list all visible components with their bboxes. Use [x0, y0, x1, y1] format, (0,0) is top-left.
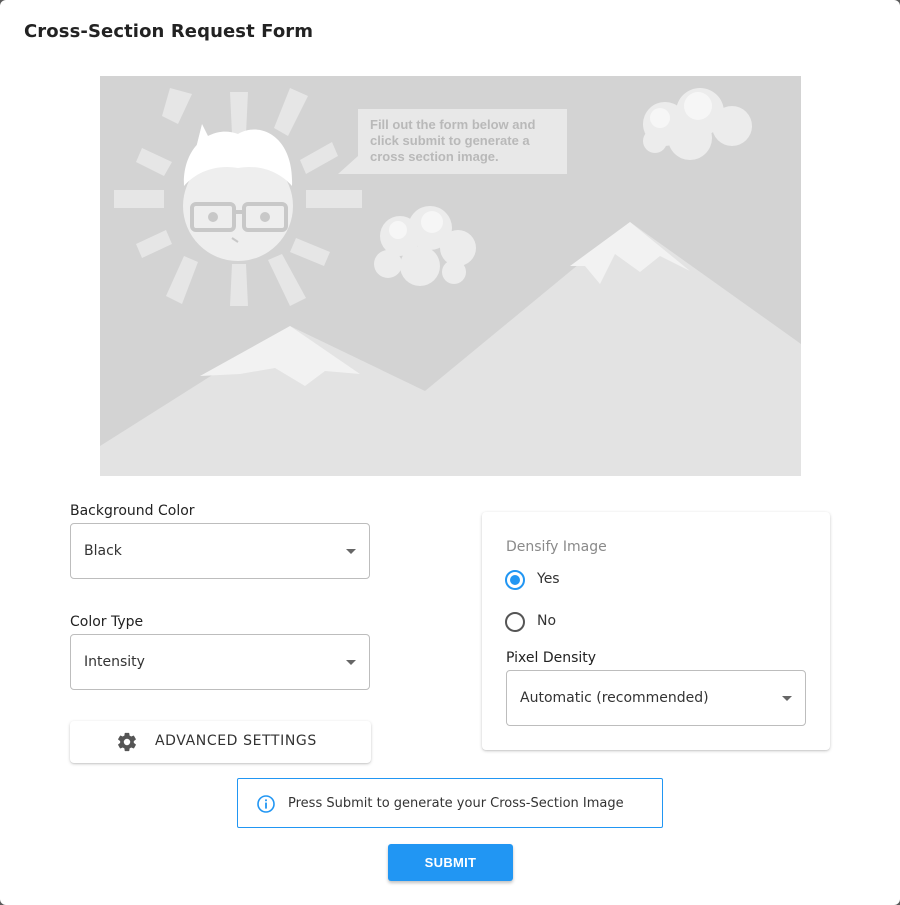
background-color-label: Background Color — [70, 503, 195, 519]
chevron-down-icon — [346, 660, 356, 665]
pixel-density-select[interactable]: Automatic (recommended) — [506, 670, 806, 726]
densify-image-label: Densify Image — [506, 539, 607, 555]
pixel-density-label: Pixel Density — [506, 650, 597, 666]
placeholder-callout: Fill out the form below and click submit… — [370, 117, 570, 165]
density-card: Densify Image Yes No Pixel Density Autom… — [482, 512, 830, 750]
advanced-settings-button[interactable]: ADVANCED SETTINGS — [70, 721, 371, 763]
info-icon — [256, 794, 276, 818]
background-color-select[interactable]: Black — [70, 523, 370, 579]
dialog-title: Cross-Section Request Form — [24, 21, 314, 42]
request-form-dialog: Cross-Section Request Form Fill out the … — [0, 0, 900, 905]
pixel-density-value: Automatic (recommended) — [520, 690, 709, 706]
color-type-select[interactable]: Intensity — [70, 634, 370, 690]
gear-icon — [116, 731, 138, 757]
callout-line: click submit to generate a — [370, 133, 530, 148]
info-text: Press Submit to generate your Cross-Sect… — [288, 796, 624, 811]
info-message: Press Submit to generate your Cross-Sect… — [237, 778, 663, 828]
color-type-label: Color Type — [70, 614, 144, 630]
chevron-down-icon — [782, 696, 792, 701]
chevron-down-icon — [346, 549, 356, 554]
radio-label: No — [537, 613, 557, 629]
background-color-value: Black — [84, 543, 122, 559]
radio-button-checked[interactable] — [505, 570, 525, 590]
advanced-settings-label: ADVANCED SETTINGS — [155, 733, 317, 749]
color-type-value: Intensity — [84, 654, 145, 670]
callout-line: Fill out the form below and — [370, 117, 536, 132]
submit-button[interactable]: SUBMIT — [388, 844, 513, 881]
radio-label: Yes — [537, 571, 560, 587]
callout-line: cross section image. — [370, 149, 499, 164]
radio-button-unchecked[interactable] — [505, 612, 525, 632]
